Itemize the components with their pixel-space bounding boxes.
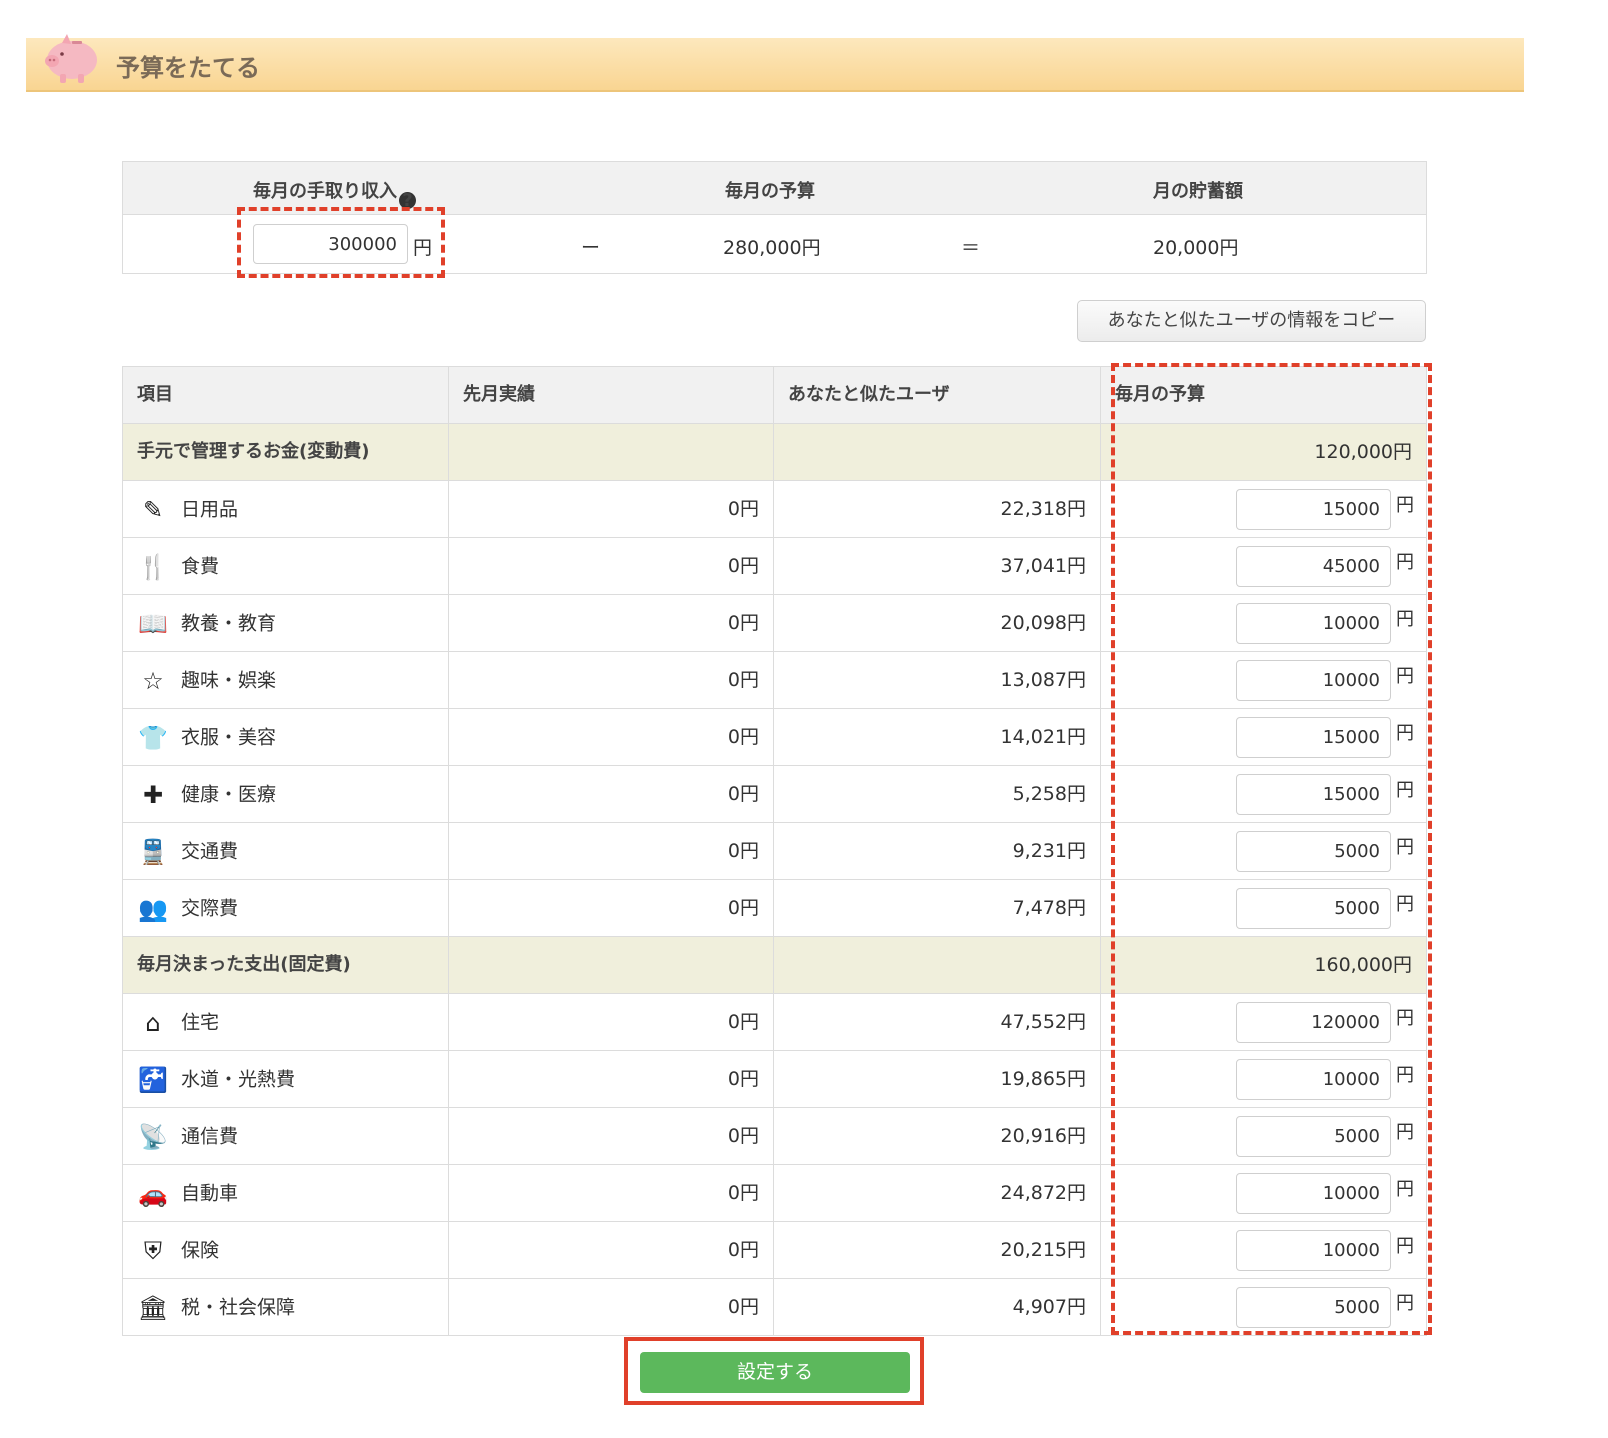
fork-spoon-icon: 🍴: [138, 552, 168, 581]
similar-user-value: 7,478円: [773, 880, 1100, 936]
item-label: 交通費: [181, 840, 239, 863]
section-empty-cell: [448, 424, 773, 480]
last-month-value: 0円: [448, 481, 773, 537]
last-month-value: 0円: [448, 652, 773, 708]
toothbrush-icon: ✎: [142, 495, 164, 524]
house-icon: ⌂: [145, 1008, 161, 1037]
budget-total: 280,000円: [723, 237, 821, 259]
item-cell: ✎ 日用品: [123, 481, 448, 537]
item-label: 水道・光熱費: [181, 1068, 296, 1091]
item-label: 通信費: [181, 1125, 239, 1148]
item-label: 税・社会保障: [181, 1296, 296, 1319]
income-highlight-box: [237, 207, 445, 278]
item-cell: 🍴 食費: [123, 538, 448, 594]
item-cell: 👥 交際費: [123, 880, 448, 936]
submit-highlight-box: 設定する: [624, 1337, 924, 1405]
similar-user-value: 20,215円: [773, 1222, 1100, 1278]
section-empty-cell: [773, 424, 1100, 480]
similar-user-value: 14,021円: [773, 709, 1100, 765]
last-month-value: 0円: [448, 595, 773, 651]
last-month-value: 0円: [448, 538, 773, 594]
last-month-value: 0円: [448, 823, 773, 879]
header-similar-users: あなたと似たユーザ: [773, 367, 1100, 423]
item-cell: 🏛 税・社会保障: [123, 1279, 448, 1335]
item-cell: ☆ 趣味・娯楽: [123, 652, 448, 708]
budget-heading: 毎月の予算: [725, 181, 815, 202]
star-icon: ☆: [142, 666, 164, 695]
item-label: 交際費: [181, 897, 239, 920]
similar-user-value: 24,872円: [773, 1165, 1100, 1221]
last-month-value: 0円: [448, 1222, 773, 1278]
last-month-value: 0円: [448, 1108, 773, 1164]
similar-user-value: 9,231円: [773, 823, 1100, 879]
similar-user-value: 47,552円: [773, 994, 1100, 1050]
item-label: 趣味・娯楽: [181, 669, 277, 692]
item-cell: 🚗 自動車: [123, 1165, 448, 1221]
similar-user-value: 4,907円: [773, 1279, 1100, 1335]
last-month-value: 0円: [448, 709, 773, 765]
last-month-value: 0円: [448, 1165, 773, 1221]
item-label: 住宅: [181, 1011, 220, 1034]
item-label: 健康・医療: [181, 783, 277, 806]
pillar-icon: 🏛: [137, 1293, 169, 1322]
section-title: 手元で管理するお金(変動費): [137, 441, 370, 462]
tshirt-icon: 👕: [138, 723, 168, 752]
section-empty-cell: [448, 937, 773, 993]
last-month-value: 0円: [448, 880, 773, 936]
similar-user-value: 20,916円: [773, 1108, 1100, 1164]
item-cell: 👕 衣服・美容: [123, 709, 448, 765]
page-title: 予算をたてる: [116, 54, 260, 82]
faucet-icon: 🚰: [138, 1065, 168, 1094]
last-month-value: 0円: [448, 1279, 773, 1335]
similar-user-value: 20,098円: [773, 595, 1100, 651]
item-label: 日用品: [181, 498, 239, 521]
last-month-value: 0円: [448, 994, 773, 1050]
equals-sign: ＝: [961, 237, 981, 259]
last-month-value: 0円: [448, 1051, 773, 1107]
similar-user-value: 19,865円: [773, 1051, 1100, 1107]
submit-button[interactable]: 設定する: [640, 1352, 910, 1393]
section-title: 毎月決まった支出(固定費): [137, 954, 351, 975]
item-cell: ⛨ 保険: [123, 1222, 448, 1278]
page-header: 予算をたてる: [26, 34, 1524, 92]
item-cell: ✚ 健康・医療: [123, 766, 448, 822]
last-month-value: 0円: [448, 766, 773, 822]
header-last-month: 先月実績: [448, 367, 773, 423]
item-cell: 📡 通信費: [123, 1108, 448, 1164]
similar-user-value: 13,087円: [773, 652, 1100, 708]
item-label: 自動車: [181, 1182, 239, 1205]
item-label: 教養・教育: [181, 612, 277, 635]
savings-heading: 月の貯蓄額: [1153, 181, 1243, 202]
medical-cross-icon: ✚: [142, 780, 164, 809]
car-icon: 🚗: [138, 1179, 168, 1208]
item-cell: 🚰 水道・光熱費: [123, 1051, 448, 1107]
people-icon: 👥: [138, 894, 168, 923]
budget-column-highlight-box: [1111, 363, 1432, 1335]
item-cell: 📖 教養・教育: [123, 595, 448, 651]
train-icon: 🚆: [138, 837, 168, 866]
item-label: 保険: [181, 1239, 220, 1262]
item-cell: 🚆 交通費: [123, 823, 448, 879]
shield-icon: ⛨: [144, 1236, 162, 1265]
antenna-icon: 📡: [138, 1122, 168, 1151]
section-empty-cell: [773, 937, 1100, 993]
item-label: 食費: [181, 555, 220, 578]
header-item: 項目: [137, 384, 173, 405]
savings-value: 20,000円: [1153, 237, 1239, 259]
similar-user-value: 22,318円: [773, 481, 1100, 537]
item-label: 衣服・美容: [181, 726, 277, 749]
copy-similar-user-button[interactable]: あなたと似たユーザの情報をコピー: [1077, 300, 1426, 342]
minus-sign: ー: [581, 237, 601, 259]
similar-user-value: 5,258円: [773, 766, 1100, 822]
similar-user-value: 37,041円: [773, 538, 1100, 594]
income-heading: 毎月の手取り収入?: [253, 177, 416, 210]
piggy-bank-icon: [45, 34, 97, 83]
item-cell: ⌂ 住宅: [123, 994, 448, 1050]
book-icon: 📖: [138, 609, 168, 638]
